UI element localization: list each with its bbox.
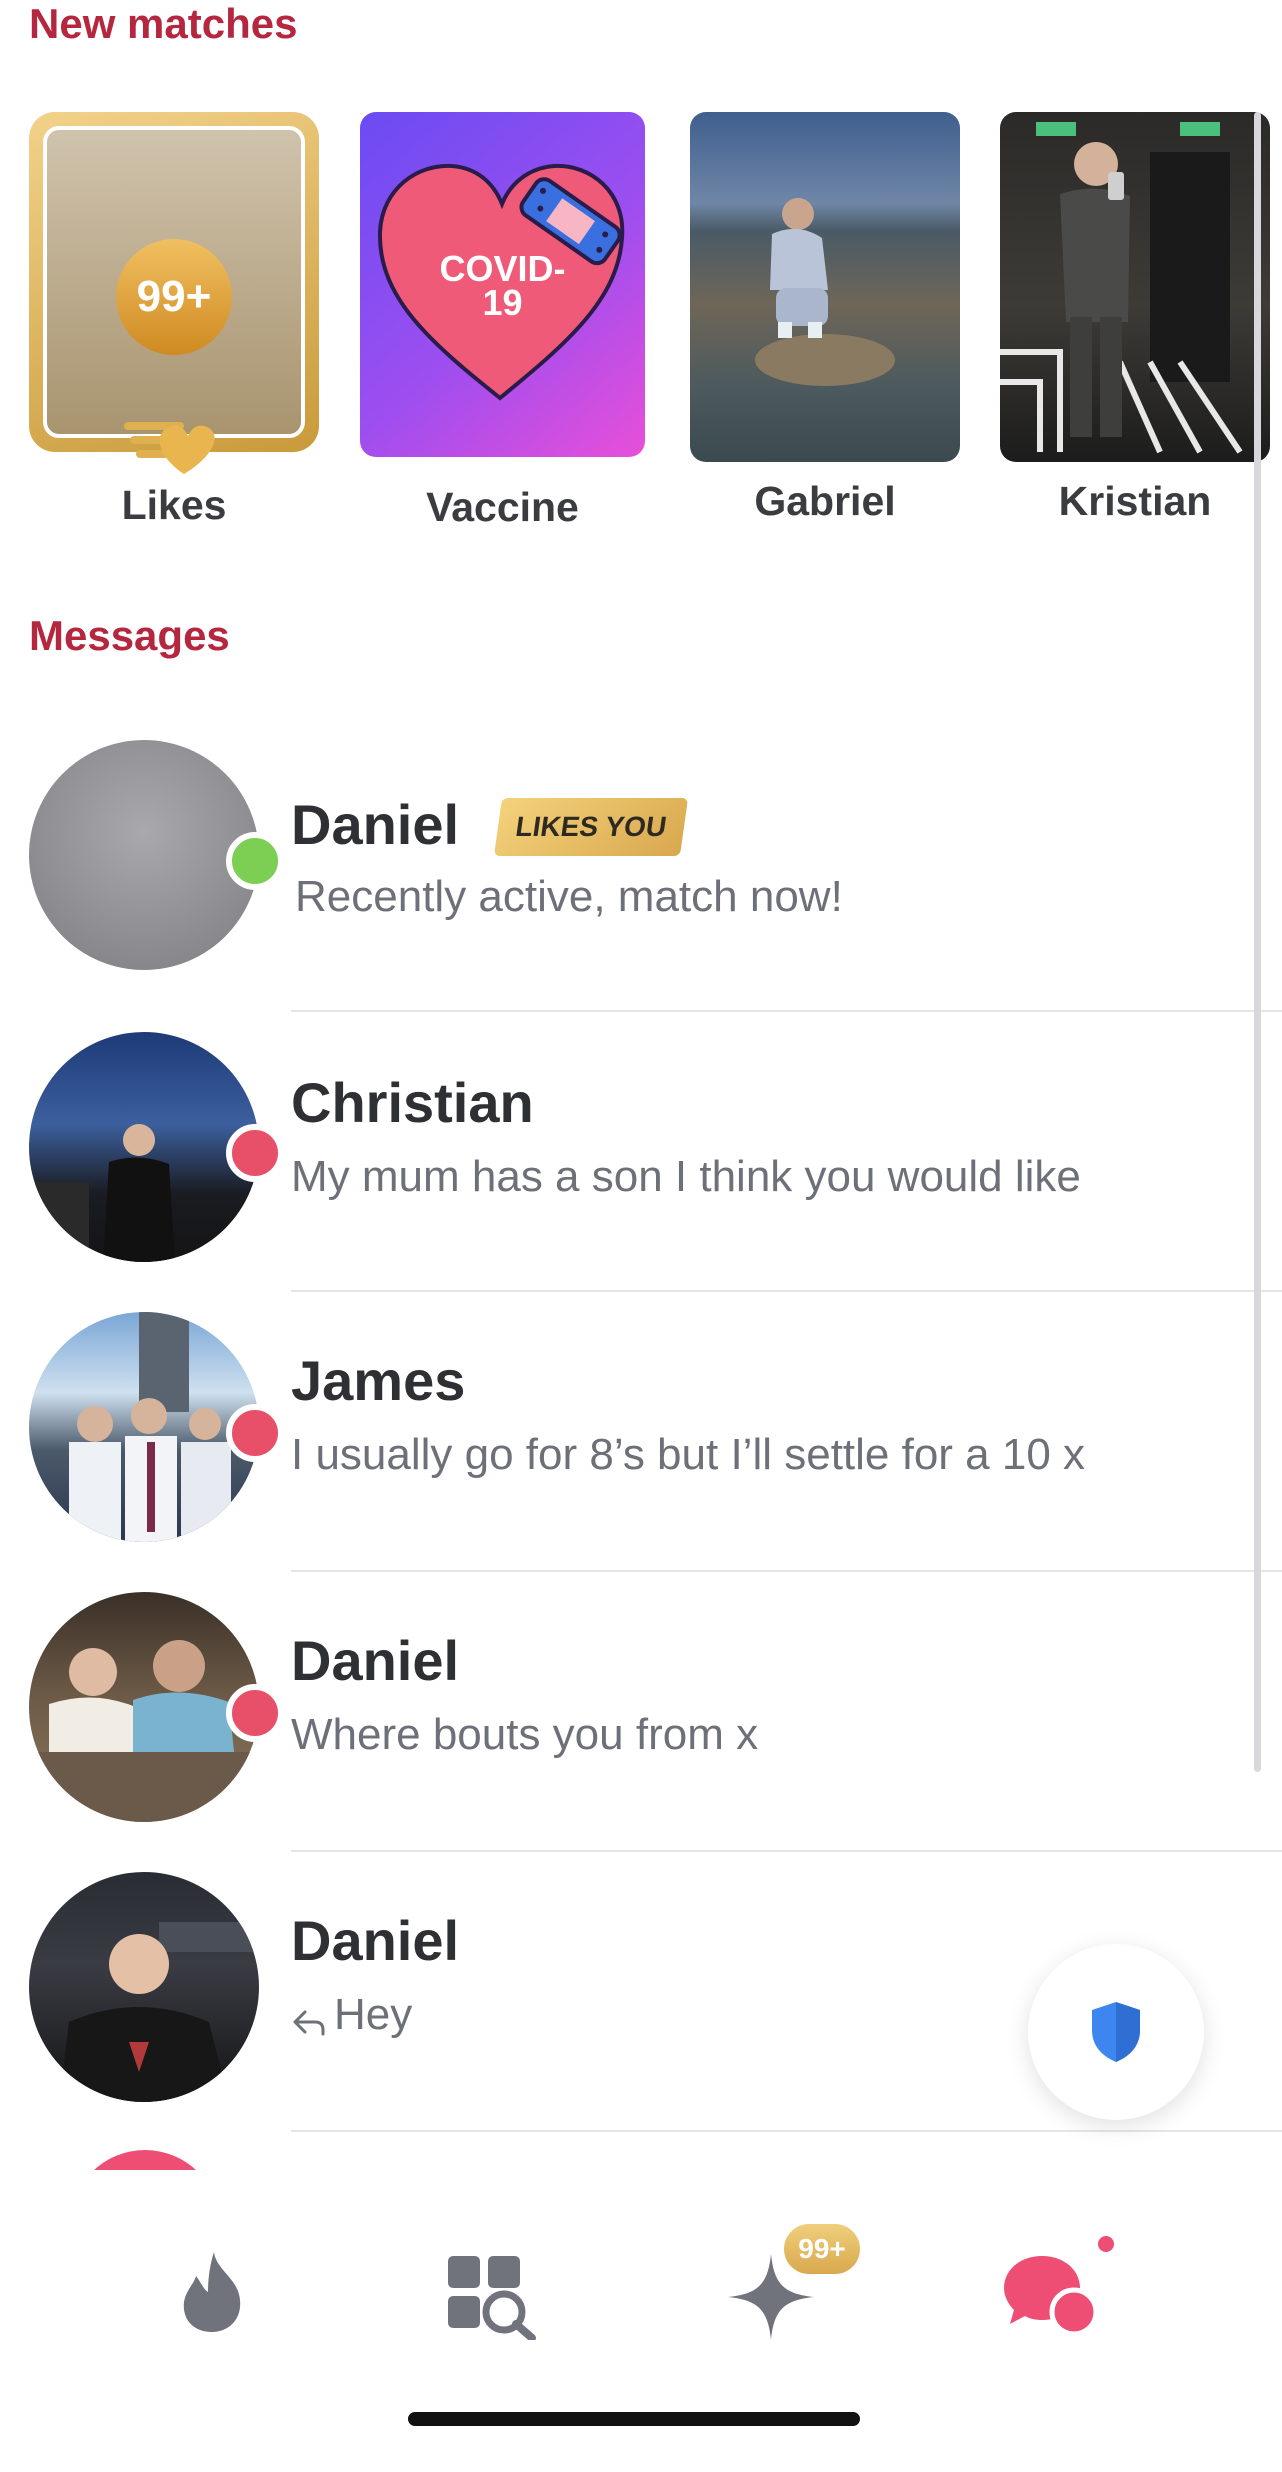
likes-you-badge: LIKES YOU <box>493 798 689 856</box>
unread-status-dot <box>226 1124 284 1182</box>
message-preview: Hey <box>334 1990 413 2039</box>
explore-grid-icon[interactable] <box>448 2256 538 2340</box>
kristian-label: Kristian <box>1058 478 1212 524</box>
avatar <box>29 1312 259 1542</box>
message-name: Daniel <box>291 1629 460 1692</box>
vaccine-card-image: COVID- 19 <box>360 112 645 457</box>
row-divider <box>291 1010 1282 1012</box>
scrollbar[interactable] <box>1254 112 1261 1772</box>
new-matches-title: New matches <box>29 0 298 47</box>
gabriel-match-card[interactable]: Gabriel <box>690 112 960 542</box>
avatar <box>29 1872 259 2102</box>
unread-status-dot <box>226 1684 284 1742</box>
avatar <box>29 1032 259 1262</box>
row-divider <box>291 1570 1282 1572</box>
message-row[interactable]: Christian My mum has a son I think you w… <box>0 1032 1282 1312</box>
vaccine-card[interactable]: COVID- 19 Vaccine <box>360 112 645 542</box>
avatar <box>29 1592 259 1822</box>
avatar <box>29 740 259 970</box>
safety-shield-button[interactable] <box>1028 1944 1204 2120</box>
likes-card[interactable]: 99+ Likes <box>29 112 319 532</box>
vaccine-card-text: COVID- 19 <box>439 248 566 323</box>
home-indicator[interactable] <box>408 2412 860 2426</box>
row-divider <box>291 1850 1282 1852</box>
shield-icon <box>1092 2002 1140 2062</box>
kristian-photo <box>1000 112 1270 462</box>
bottom-nav: 99+ <box>0 2170 1282 2472</box>
message-name: James <box>291 1349 466 1412</box>
avatar-photo <box>29 1640 259 1822</box>
kristian-photo-figure <box>1000 122 1243 454</box>
vaccine-label: Vaccine <box>426 484 579 530</box>
message-preview: Recently active, match now! <box>295 872 843 921</box>
message-preview: I usually go for 8’s but I’ll settle for… <box>291 1430 1086 1479</box>
gabriel-label: Gabriel <box>754 478 896 524</box>
chat-notification-dot <box>1098 2236 1114 2252</box>
row-divider <box>291 1290 1282 1292</box>
gold-heart-icon <box>124 422 215 474</box>
messages-title: Messages <box>29 612 230 659</box>
message-row[interactable]: Daniel LIKES YOU Recently active, match … <box>0 740 1282 1020</box>
message-preview: Where bouts you from x <box>291 1710 759 1759</box>
flame-icon[interactable] <box>178 2250 248 2334</box>
unread-status-dot <box>226 1404 284 1462</box>
gabriel-photo-figure <box>755 198 895 386</box>
message-row[interactable]: James I usually go for 8’s but I’ll sett… <box>0 1312 1282 1592</box>
message-name: Christian <box>291 1071 534 1134</box>
avatar-photo <box>69 1312 231 1542</box>
likes-label: Likes <box>121 482 227 528</box>
chat-bubbles-icon[interactable] <box>1004 2254 1104 2340</box>
avatar-photo <box>59 1922 259 2102</box>
online-status-dot <box>226 832 284 890</box>
sparkle-badge: 99+ <box>784 2224 860 2274</box>
message-preview: My mum has a son I think you would like <box>291 1152 1081 1201</box>
message-name: Daniel <box>291 793 460 856</box>
avatar-photo <box>29 1124 175 1262</box>
gabriel-photo <box>690 112 960 462</box>
message-row[interactable]: Daniel Where bouts you from x <box>0 1592 1282 1872</box>
reply-arrow-icon <box>293 2010 325 2036</box>
kristian-match-card[interactable]: Kristian <box>1000 112 1270 542</box>
likes-count-badge: 99+ <box>116 239 232 355</box>
message-name: Daniel <box>291 1909 460 1972</box>
row-divider <box>291 2130 1282 2132</box>
